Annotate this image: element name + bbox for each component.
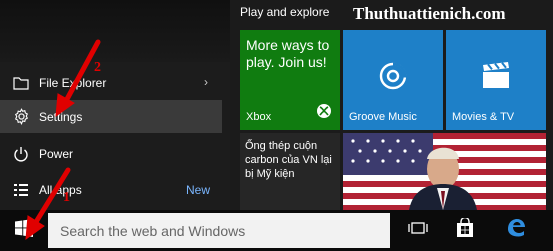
step-1-label: 1 <box>63 190 70 205</box>
step-2-label: 2 <box>94 60 101 75</box>
annotation-arrows <box>25 39 101 241</box>
